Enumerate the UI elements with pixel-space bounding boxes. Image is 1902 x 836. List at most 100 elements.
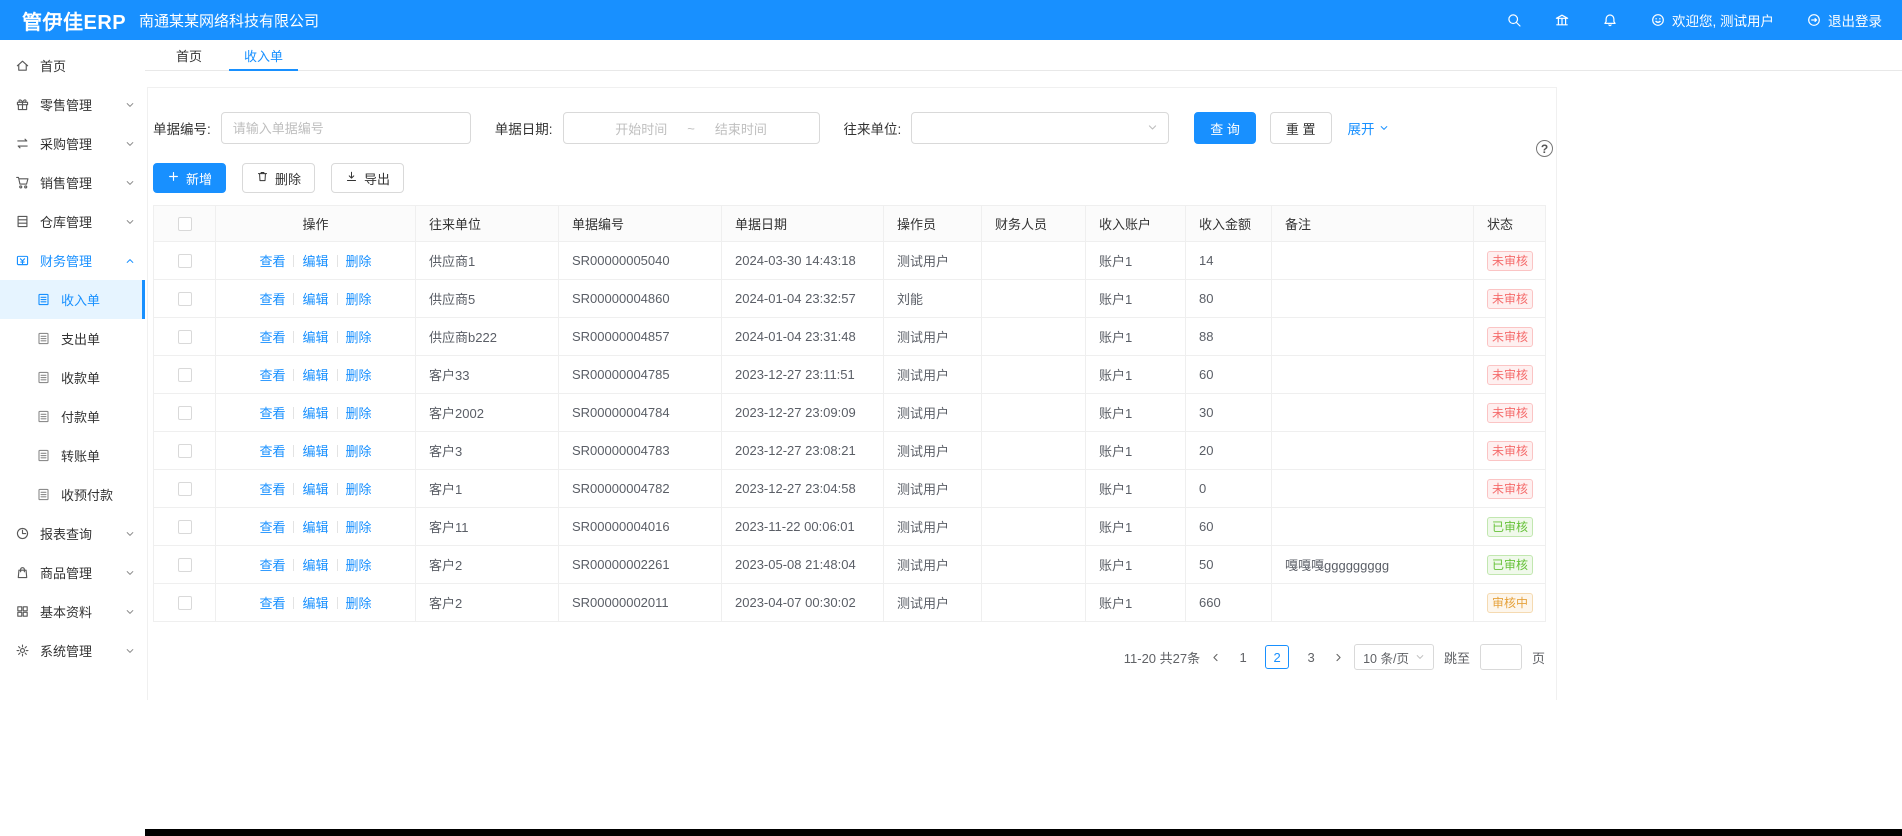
cell-account: 账户1: [1086, 280, 1186, 318]
logout-button[interactable]: 退出登录: [1806, 10, 1882, 30]
page-button-1[interactable]: 1: [1231, 645, 1255, 669]
view-link[interactable]: 查看: [259, 444, 285, 459]
sidebar-item-label: 基本资料: [40, 602, 92, 621]
sidebar-subitem-5-0[interactable]: 收入单: [0, 280, 145, 319]
cell-partner: 客户3: [416, 432, 559, 470]
sidebar-subitem-5-1[interactable]: 支出单: [0, 319, 145, 358]
search-icon[interactable]: [1506, 12, 1522, 28]
partner-select[interactable]: [911, 112, 1169, 144]
edit-link[interactable]: 编辑: [302, 596, 328, 611]
sidebar-item-8[interactable]: 基本资料: [0, 592, 145, 631]
page-button-3[interactable]: 3: [1299, 645, 1323, 669]
delete-button[interactable]: 删除: [242, 163, 315, 193]
home-bank-icon[interactable]: [1554, 12, 1570, 28]
view-link[interactable]: 查看: [259, 292, 285, 307]
sidebar-subitem-5-4[interactable]: 转账单: [0, 436, 145, 475]
view-link[interactable]: 查看: [259, 482, 285, 497]
welcome-user[interactable]: 欢迎您, 测试用户: [1650, 10, 1774, 30]
view-link[interactable]: 查看: [259, 406, 285, 421]
add-button-label: 新增: [186, 169, 212, 188]
edit-link[interactable]: 编辑: [302, 368, 328, 383]
chevron-down-icon: [125, 568, 135, 578]
delete-link[interactable]: 删除: [346, 482, 372, 497]
delete-link[interactable]: 删除: [346, 444, 372, 459]
row-checkbox[interactable]: [178, 558, 192, 572]
view-link[interactable]: 查看: [259, 330, 285, 345]
goods-icon: [15, 565, 30, 580]
cell-amount: 60: [1186, 356, 1272, 394]
sidebar-item-4[interactable]: 仓库管理: [0, 202, 145, 241]
search-button[interactable]: 查 询: [1194, 112, 1256, 144]
bell-icon[interactable]: [1602, 12, 1618, 28]
edit-link[interactable]: 编辑: [302, 444, 328, 459]
row-checkbox[interactable]: [178, 330, 192, 344]
row-checkbox[interactable]: [178, 596, 192, 610]
sidebar-item-1[interactable]: 零售管理: [0, 85, 145, 124]
row-checkbox[interactable]: [178, 482, 192, 496]
edit-link[interactable]: 编辑: [302, 482, 328, 497]
sidebar-item-6[interactable]: 报表查询: [0, 514, 145, 553]
chevron-down-icon: [125, 607, 135, 617]
cell-partner: 客户2: [416, 546, 559, 584]
sidebar-subitem-label: 收预付款: [61, 485, 113, 504]
sidebar-subitem-5-3[interactable]: 付款单: [0, 397, 145, 436]
cell-remark: [1272, 356, 1474, 394]
sidebar-item-2[interactable]: 采购管理: [0, 124, 145, 163]
view-link[interactable]: 查看: [259, 254, 285, 269]
view-link[interactable]: 查看: [259, 596, 285, 611]
sidebar-item-5[interactable]: 财务管理: [0, 241, 145, 280]
help-icon[interactable]: ?: [1536, 140, 1553, 157]
edit-link[interactable]: 编辑: [302, 558, 328, 573]
export-button-label: 导出: [364, 169, 390, 188]
page-button-2[interactable]: 2: [1265, 645, 1289, 669]
delete-link[interactable]: 删除: [346, 368, 372, 383]
row-checkbox[interactable]: [178, 444, 192, 458]
chevron-down-icon: [125, 646, 135, 656]
row-checkbox[interactable]: [178, 292, 192, 306]
edit-link[interactable]: 编辑: [302, 406, 328, 421]
row-checkbox[interactable]: [178, 254, 192, 268]
tab-1[interactable]: 收入单: [223, 40, 304, 70]
export-button[interactable]: 导出: [331, 163, 404, 193]
delete-link[interactable]: 删除: [346, 520, 372, 535]
page-size-select[interactable]: 10 条/页: [1354, 644, 1434, 670]
delete-link[interactable]: 删除: [346, 406, 372, 421]
prev-page-button[interactable]: [1210, 652, 1221, 663]
sidebar-item-3[interactable]: 销售管理: [0, 163, 145, 202]
view-link[interactable]: 查看: [259, 520, 285, 535]
reset-button[interactable]: 重 置: [1270, 112, 1332, 144]
edit-link[interactable]: 编辑: [302, 292, 328, 307]
jump-input[interactable]: [1480, 644, 1522, 670]
delete-link[interactable]: 删除: [346, 292, 372, 307]
expand-link[interactable]: 展开: [1348, 118, 1389, 138]
edit-link[interactable]: 编辑: [302, 254, 328, 269]
doc-no-input[interactable]: [221, 112, 471, 144]
tab-0[interactable]: 首页: [155, 40, 223, 70]
table-row-2: 查看编辑删除 供应商b222 SR00000004857 2024-01-04 …: [154, 318, 1546, 356]
delete-link[interactable]: 删除: [346, 558, 372, 573]
view-link[interactable]: 查看: [259, 558, 285, 573]
column-header-3: 单据日期: [722, 206, 884, 242]
row-checkbox[interactable]: [178, 520, 192, 534]
next-page-button[interactable]: [1333, 652, 1344, 663]
sidebar-subitem-5-5[interactable]: 收预付款: [0, 475, 145, 514]
sidebar-subitem-5-2[interactable]: 收款单: [0, 358, 145, 397]
sidebar-item-7[interactable]: 商品管理: [0, 553, 145, 592]
page-unit: 页: [1532, 648, 1545, 667]
edit-link[interactable]: 编辑: [302, 330, 328, 345]
delete-link[interactable]: 删除: [346, 330, 372, 345]
sidebar-item-label: 财务管理: [40, 251, 92, 270]
row-checkbox[interactable]: [178, 406, 192, 420]
sidebar-item-0[interactable]: 首页: [0, 46, 145, 85]
row-checkbox[interactable]: [178, 368, 192, 382]
select-all-checkbox[interactable]: [178, 217, 192, 231]
cell-amount: 88: [1186, 318, 1272, 356]
delete-link[interactable]: 删除: [346, 596, 372, 611]
view-link[interactable]: 查看: [259, 368, 285, 383]
edit-link[interactable]: 编辑: [302, 520, 328, 535]
pagination: 11-20 共27条 123 10 条/页 跳至 页: [153, 644, 1545, 670]
sidebar-item-9[interactable]: 系统管理: [0, 631, 145, 670]
delete-link[interactable]: 删除: [346, 254, 372, 269]
date-range-picker[interactable]: 开始时间 ~ 结束时间: [563, 112, 820, 144]
add-button[interactable]: 新增: [153, 163, 226, 193]
